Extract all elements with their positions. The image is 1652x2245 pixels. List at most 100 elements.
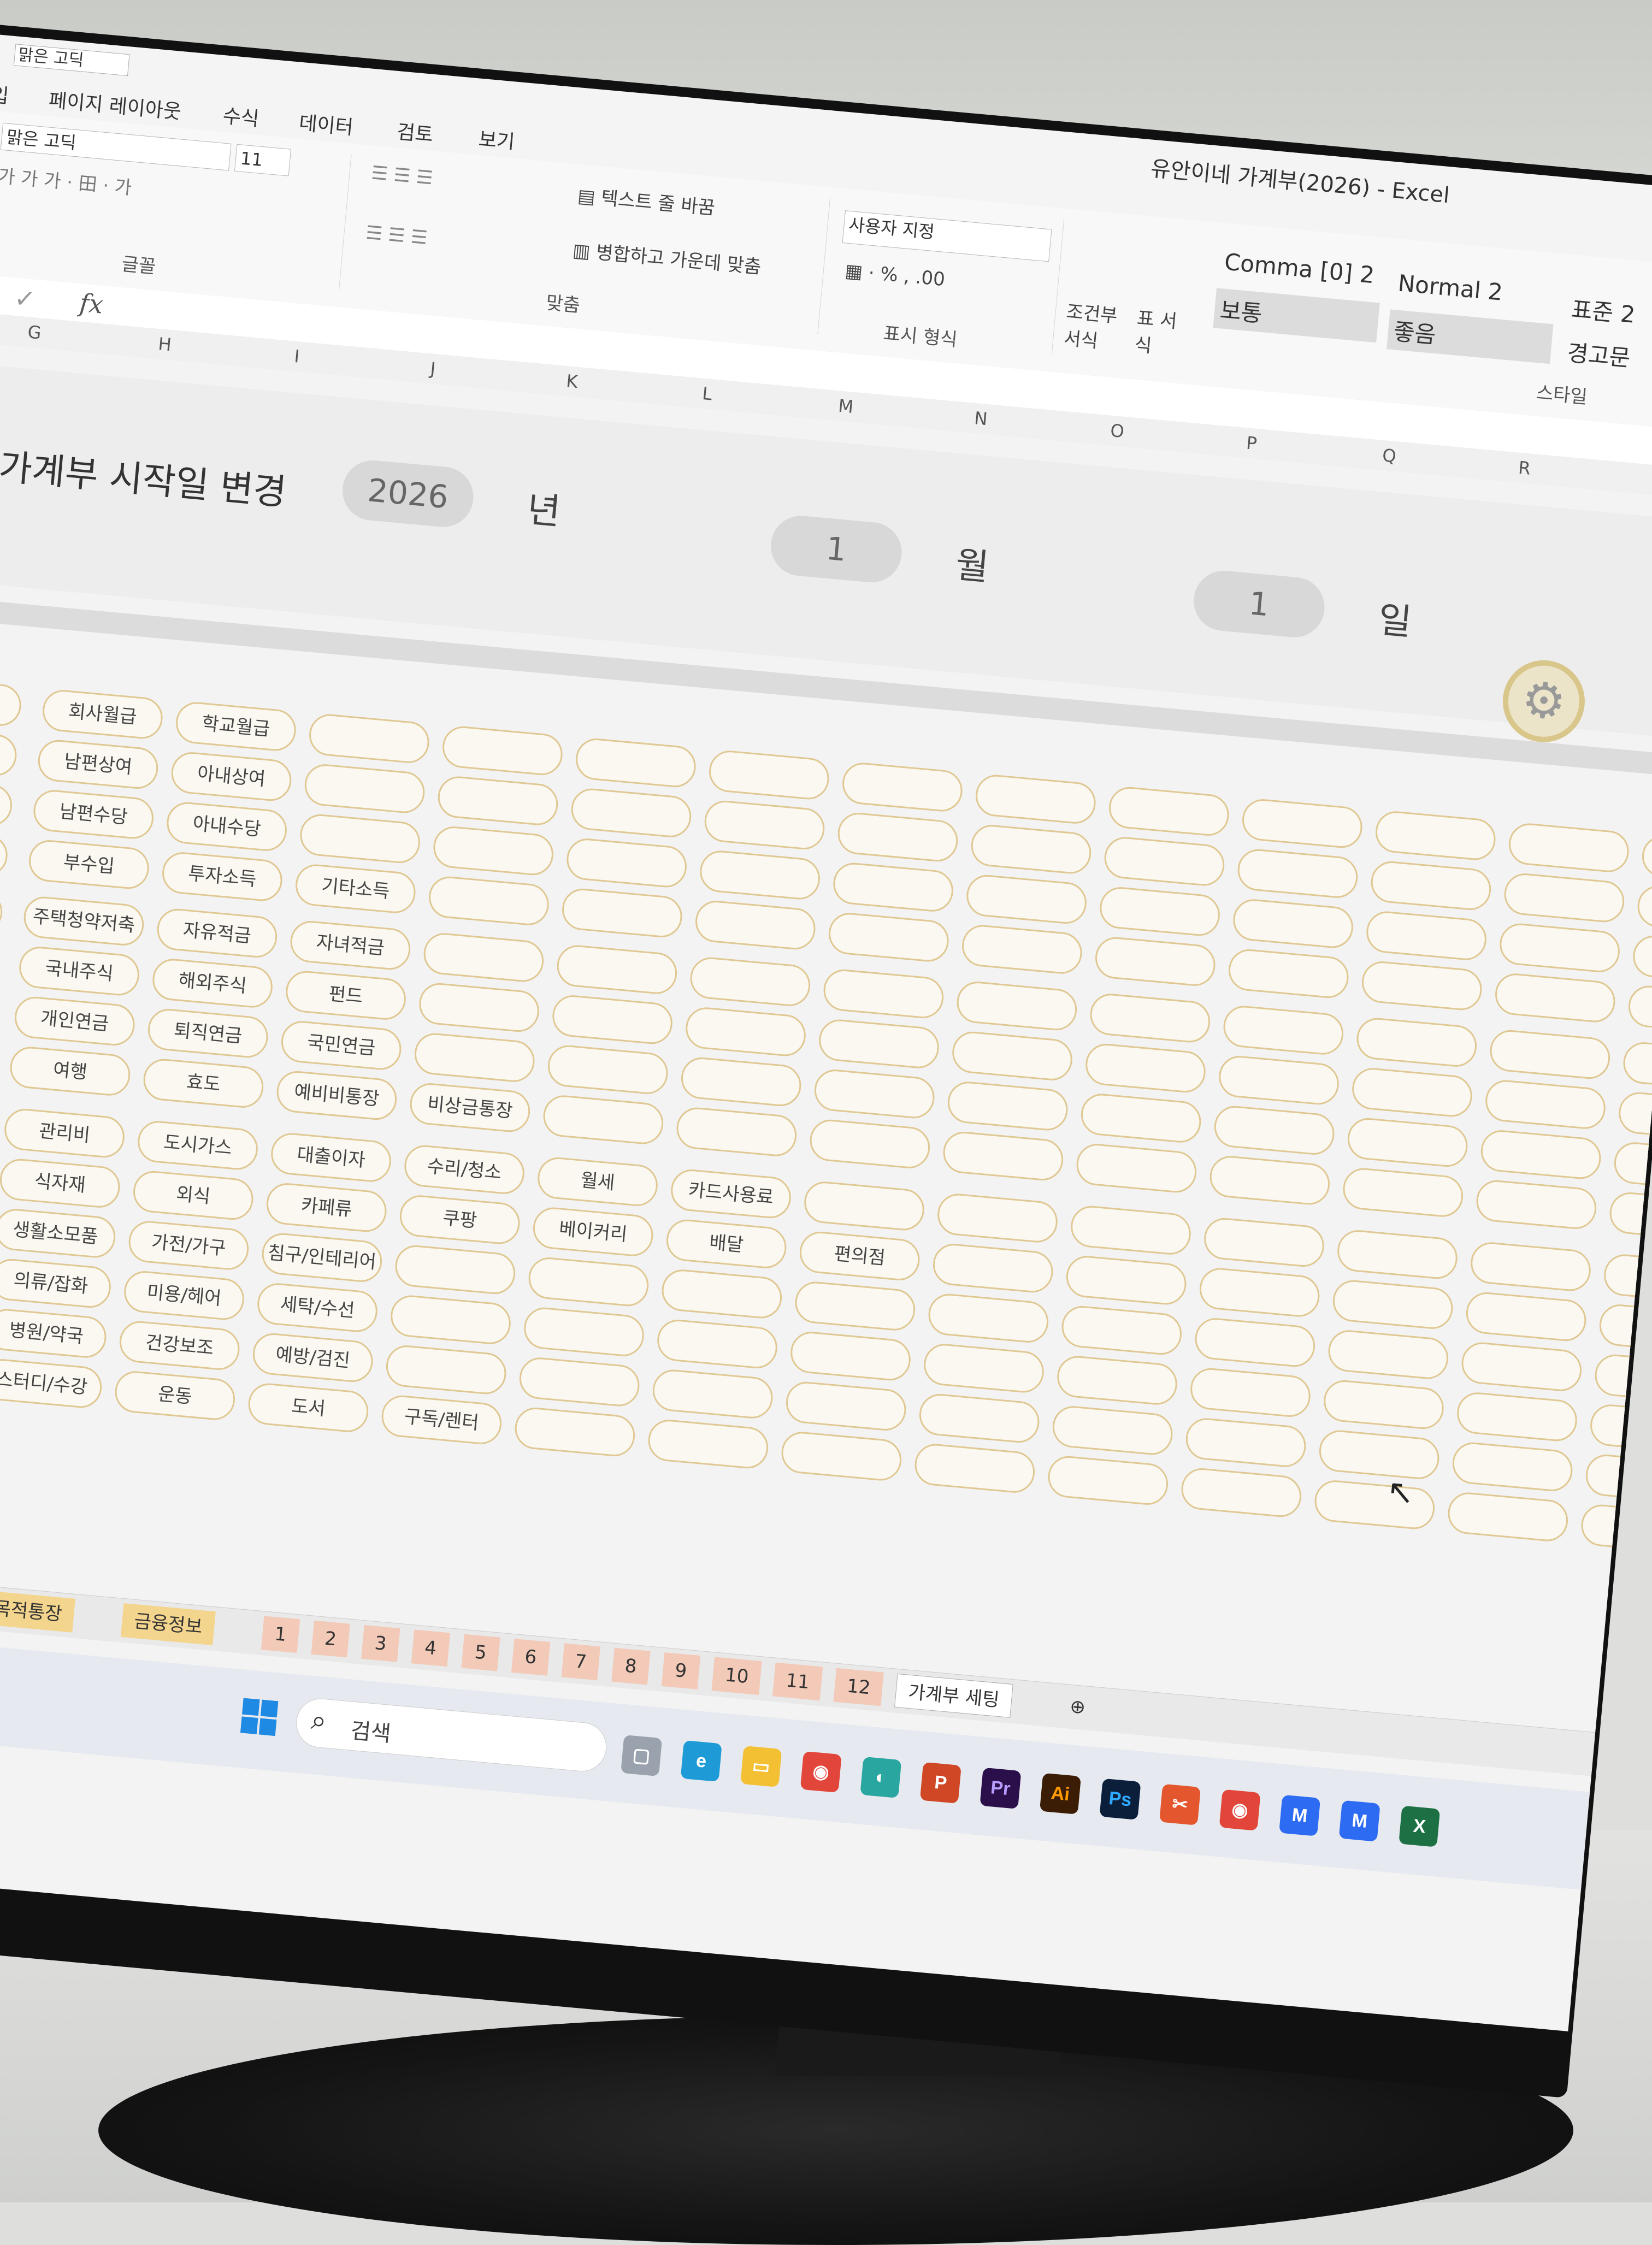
empty-category-chip[interactable] — [527, 1255, 651, 1308]
empty-category-chip[interactable] — [517, 1356, 641, 1408]
empty-category-chip[interactable] — [1346, 1116, 1470, 1169]
photoshop-icon[interactable]: Ps — [1099, 1778, 1141, 1820]
empty-category-chip[interactable] — [569, 787, 693, 840]
col-header[interactable]: R — [1518, 457, 1532, 479]
category-chip[interactable]: 남편상여 — [36, 738, 160, 791]
sheet-tab[interactable]: 4 — [411, 1629, 450, 1667]
illustrator-icon[interactable]: Ai — [1039, 1773, 1081, 1815]
conditional-format-button[interactable]: 조건부 서식 — [1063, 297, 1133, 356]
empty-category-chip[interactable] — [1051, 1404, 1175, 1457]
empty-category-chip[interactable] — [1636, 884, 1652, 936]
sheet-tab[interactable]: 가계부 세팅 — [894, 1673, 1014, 1718]
edge-icon[interactable]: e — [680, 1740, 722, 1782]
category-chip[interactable]: 생활소모품 — [0, 1207, 117, 1260]
empty-category-chip[interactable] — [808, 1118, 932, 1171]
empty-category-chip[interactable] — [1064, 1254, 1188, 1307]
category-chip[interactable]: 국내주식 — [17, 945, 141, 997]
empty-category-chip[interactable] — [1493, 972, 1617, 1024]
empty-category-chip[interactable] — [432, 824, 556, 877]
empty-category-chip[interactable] — [422, 931, 546, 984]
empty-category-chip[interactable] — [555, 943, 679, 996]
category-chip[interactable]: 미용/헤어 — [122, 1269, 246, 1322]
empty-category-chip[interactable] — [1236, 847, 1360, 900]
sheet-tab[interactable]: 2 — [311, 1620, 350, 1658]
category-chip[interactable]: 카드사용료 — [669, 1167, 793, 1220]
style-neutral[interactable]: 보통 — [1213, 288, 1380, 343]
category-chip[interactable]: 관리비 — [3, 1107, 127, 1160]
category-chip[interactable]: 개인연금 — [13, 995, 137, 1048]
empty-category-chip[interactable] — [1055, 1354, 1179, 1407]
empty-category-chip[interactable] — [574, 736, 698, 789]
empty-category-chip[interactable] — [913, 1442, 1037, 1494]
empty-category-chip[interactable] — [784, 1380, 908, 1433]
style-normal2[interactable]: Normal 2 — [1391, 266, 1509, 310]
empty-category-chip[interactable] — [917, 1392, 1041, 1445]
empty-category-chip[interactable] — [1621, 1040, 1652, 1093]
excel-icon[interactable]: X — [1399, 1805, 1441, 1847]
powerpoint-icon[interactable]: P — [919, 1762, 961, 1804]
empty-category-chip[interactable] — [1069, 1204, 1193, 1257]
empty-category-chip[interactable] — [840, 761, 964, 813]
category-chip[interactable]: 국민연금 — [279, 1019, 403, 1072]
empty-category-chip[interactable] — [1075, 1142, 1199, 1195]
align-top-icons[interactable]: ☰ ☰ ☰ — [370, 162, 434, 189]
empty-category-chip[interactable] — [927, 1292, 1051, 1345]
empty-category-chip[interactable] — [707, 748, 831, 801]
empty-category-chip[interactable] — [1507, 822, 1631, 874]
confirm-icon[interactable]: ✓ — [13, 283, 37, 314]
empty-category-chip[interactable] — [1502, 871, 1626, 924]
col-header[interactable]: L — [701, 383, 713, 404]
sheet-tab[interactable]: 11 — [772, 1662, 823, 1701]
category-chip[interactable]: 수리/청소 — [403, 1143, 527, 1196]
align-left-icons[interactable]: ☰ ☰ ☰ — [365, 222, 428, 249]
style-standard2[interactable]: 표준 2 — [1564, 287, 1642, 334]
empty-category-chip[interactable] — [307, 712, 431, 765]
empty-category-chip[interactable] — [931, 1242, 1055, 1295]
empty-category-chip[interactable] — [389, 1293, 513, 1346]
col-header[interactable]: K — [565, 370, 579, 392]
empty-category-chip[interactable] — [1202, 1216, 1326, 1269]
empty-category-chip[interactable] — [384, 1343, 508, 1396]
col-header[interactable]: Q — [1382, 445, 1397, 466]
empty-category-chip[interactable] — [1355, 1016, 1479, 1069]
col-header[interactable]: M — [837, 395, 854, 417]
empty-category-chip[interactable] — [393, 1243, 517, 1296]
number-format-select[interactable]: 사용자 지정 — [842, 210, 1052, 262]
col-header[interactable]: P — [1246, 433, 1258, 454]
tab-view[interactable]: 보기 — [477, 123, 516, 155]
empty-category-chip[interactable] — [1369, 859, 1493, 912]
empty-category-chip[interactable] — [541, 1094, 665, 1146]
empty-category-chip[interactable] — [693, 899, 817, 952]
category-row-label[interactable]: 기타 — [0, 826, 9, 878]
empty-category-chip[interactable] — [1098, 885, 1222, 938]
empty-category-chip[interactable] — [646, 1417, 770, 1470]
category-row-label[interactable]: 상여 — [0, 726, 19, 778]
category-chip[interactable]: 쿠팡 — [398, 1194, 522, 1246]
category-chip[interactable]: 기타소득 — [293, 862, 417, 915]
empty-category-chip[interactable] — [560, 887, 684, 940]
empty-category-chip[interactable] — [1626, 984, 1652, 1036]
empty-category-chip[interactable] — [1331, 1278, 1455, 1331]
empty-category-chip[interactable] — [1593, 1352, 1652, 1405]
empty-category-chip[interactable] — [1350, 1066, 1474, 1119]
empty-category-chip[interactable] — [780, 1430, 904, 1482]
empty-category-chip[interactable] — [1464, 1290, 1588, 1343]
empty-category-chip[interactable] — [1602, 1253, 1652, 1305]
empty-category-chip[interactable] — [1455, 1390, 1579, 1443]
category-chip[interactable]: 세탁/수선 — [256, 1281, 380, 1334]
empty-category-chip[interactable] — [793, 1280, 917, 1332]
empty-category-chip[interactable] — [836, 811, 960, 864]
sheet-tab[interactable]: 7 — [561, 1643, 600, 1681]
empty-category-chip[interactable] — [565, 837, 689, 889]
category-row-label[interactable]: 월급 — [0, 677, 23, 728]
empty-category-chip[interactable] — [1373, 810, 1497, 862]
empty-category-chip[interactable] — [951, 1030, 1075, 1083]
empty-category-chip[interactable] — [1212, 1104, 1336, 1157]
category-chip[interactable]: 예방/검진 — [251, 1331, 375, 1384]
empty-category-chip[interactable] — [1460, 1340, 1584, 1393]
sheet-tab[interactable]: 3 — [361, 1625, 400, 1662]
empty-category-chip[interactable] — [513, 1405, 637, 1458]
chrome-profile-icon[interactable]: ◉ — [1219, 1789, 1261, 1831]
sheet-tab[interactable]: 5 — [461, 1634, 500, 1671]
col-header[interactable]: O — [1110, 420, 1125, 442]
